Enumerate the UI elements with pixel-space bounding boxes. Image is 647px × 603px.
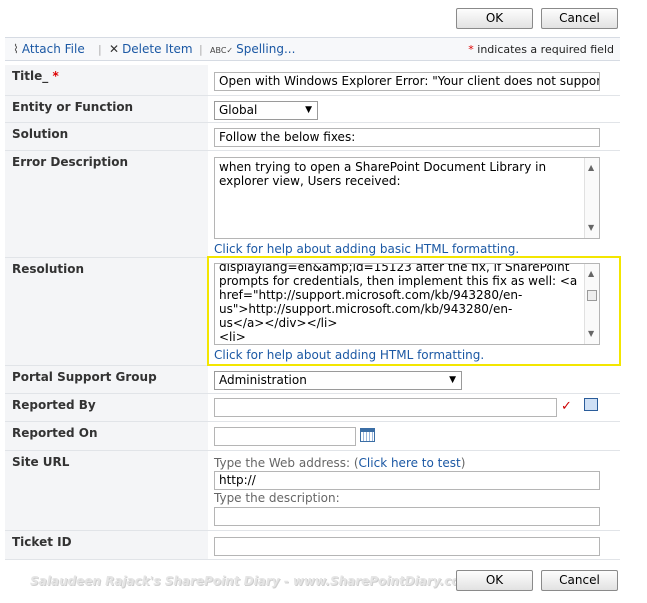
reported-on-label-cell: Reported On (5, 422, 208, 451)
error-description-textarea[interactable]: when trying to open a SharePoint Documen… (214, 157, 600, 239)
title-label-cell: Title_ * (5, 65, 208, 96)
solution-input[interactable]: Follow the below fixes: (214, 128, 600, 147)
cancel-button-top[interactable]: Cancel (541, 8, 618, 29)
error-description-label-cell: Error Description (5, 151, 208, 258)
required-field-note: * indicates a required field (468, 43, 614, 56)
error-description-label: Error Description (12, 155, 128, 169)
reported-by-label-cell: Reported By (5, 394, 208, 422)
resolution-line: us</a></div></li> (219, 316, 338, 330)
solution-value-cell: Follow the below fixes: (208, 123, 620, 151)
test-url-link[interactable]: Click here to test (359, 456, 461, 470)
error-description-line: explorer view, Users received: (219, 174, 401, 188)
scrollbar[interactable]: ▲ ▼ (584, 264, 599, 344)
chevron-down-icon: ▼ (449, 375, 456, 385)
entity-label: Entity or Function (12, 100, 134, 114)
ticket-id-value-cell (208, 531, 620, 560)
scroll-down-icon[interactable]: ▼ (588, 327, 594, 341)
check-names-icon[interactable]: ✓ (561, 399, 572, 414)
site-url-address-hint-end: ) (460, 456, 466, 470)
reported-by-input[interactable] (214, 398, 557, 417)
cancel-button-bottom[interactable]: Cancel (541, 570, 618, 591)
scroll-up-icon[interactable]: ▲ (588, 267, 594, 281)
toolbar-separator: | (199, 43, 203, 56)
portal-support-group-value-cell: Administration ▼ (208, 366, 620, 394)
resolution-label-cell: Resolution (5, 258, 208, 366)
spelling-label: Spelling... (236, 42, 296, 56)
ok-button-bottom[interactable]: OK (456, 570, 533, 591)
chevron-down-icon: ▼ (305, 105, 312, 115)
resolution-line: displaylang=en&amp;id=15123 after the fi… (219, 263, 570, 274)
required-star: * (52, 69, 59, 83)
site-url-description-input[interactable] (214, 507, 600, 526)
scroll-up-icon[interactable]: ▲ (588, 161, 594, 175)
site-url-description-hint: Type the description: (214, 491, 340, 505)
delete-item-label: Delete Item (122, 42, 193, 56)
title-input[interactable]: Open with Windows Explorer Error: "Your … (214, 72, 600, 91)
spelling-button[interactable]: ABC✓ Spelling... (210, 42, 295, 56)
ticket-id-label: Ticket ID (12, 535, 72, 549)
entity-selected-value: Global (219, 103, 258, 117)
site-url-address-hint-text: Type the Web address: ( (214, 456, 359, 470)
resolution-value-cell: displaylang=en&amp;id=15123 after the fi… (208, 258, 620, 366)
calendar-icon[interactable] (360, 428, 375, 442)
title-label: Title_ (12, 69, 49, 83)
entity-value-cell: Global ▼ (208, 96, 620, 123)
required-note-text: indicates a required field (477, 43, 614, 56)
site-url-address-input[interactable]: http:// (214, 471, 600, 490)
reported-by-label: Reported By (12, 398, 96, 412)
watermark: Salaudeen Rajack's SharePoint Diary - ww… (30, 574, 472, 588)
reported-on-label: Reported On (12, 426, 98, 440)
reported-on-value-cell (208, 422, 620, 451)
address-book-icon[interactable] (584, 398, 598, 411)
attach-file-label: Attach File (21, 42, 85, 56)
delete-item-button[interactable]: ✕ Delete Item (109, 42, 193, 56)
solution-label: Solution (12, 127, 69, 141)
portal-support-group-select[interactable]: Administration ▼ (214, 371, 462, 390)
required-star: * (468, 43, 474, 56)
entity-select[interactable]: Global ▼ (214, 101, 318, 120)
site-url-label: Site URL (12, 455, 70, 469)
solution-label-cell: Solution (5, 123, 208, 151)
resolution-line: us">http://support.microsoft.com/kb/9432… (219, 302, 513, 316)
site-url-label-cell: Site URL (5, 451, 208, 531)
reported-by-value-cell: ✓ (208, 394, 620, 422)
site-url-value-cell: Type the Web address: (Click here to tes… (208, 451, 620, 531)
attach-file-button[interactable]: ⌇ Attach File (13, 42, 85, 56)
scrollbar[interactable]: ▲ ▼ (584, 158, 599, 238)
spelling-abc-icon: ABC✓ (210, 46, 234, 55)
portal-support-group-selected-value: Administration (219, 373, 307, 387)
portal-support-group-label-cell: Portal Support Group (5, 366, 208, 394)
title-value-cell: Open with Windows Explorer Error: "Your … (208, 65, 620, 96)
reported-on-date-input[interactable] (214, 427, 356, 446)
html-help-link[interactable]: Click for help about adding HTML formatt… (214, 348, 484, 362)
resolution-line: prompts for credentials, then implement … (219, 274, 578, 288)
error-description-line: when trying to open a SharePoint Documen… (219, 160, 547, 174)
portal-support-group-label: Portal Support Group (12, 370, 157, 384)
ticket-id-input[interactable] (214, 537, 600, 556)
scroll-thumb[interactable] (587, 290, 597, 301)
toolbar-separator: | (98, 43, 102, 56)
error-description-value-cell: when trying to open a SharePoint Documen… (208, 151, 620, 258)
ok-button-top[interactable]: OK (456, 8, 533, 29)
paperclip-icon: ⌇ (13, 42, 19, 56)
resolution-label: Resolution (12, 262, 85, 276)
basic-html-help-link[interactable]: Click for help about adding basic HTML f… (214, 242, 519, 256)
resolution-line: <li> (219, 330, 246, 344)
ticket-id-label-cell: Ticket ID (5, 531, 208, 560)
resolution-textarea[interactable]: displaylang=en&amp;id=15123 after the fi… (214, 263, 600, 345)
delete-x-icon: ✕ (109, 42, 120, 56)
resolution-line: href="http://support.microsoft.com/kb/94… (219, 288, 523, 302)
scroll-down-icon[interactable]: ▼ (588, 221, 594, 235)
form-toolbar: ⌇ Attach File | ✕ Delete Item | ABC✓ Spelli… (5, 37, 620, 61)
site-url-address-hint: Type the Web address: (Click here to tes… (214, 456, 465, 470)
entity-label-cell: Entity or Function (5, 96, 208, 123)
